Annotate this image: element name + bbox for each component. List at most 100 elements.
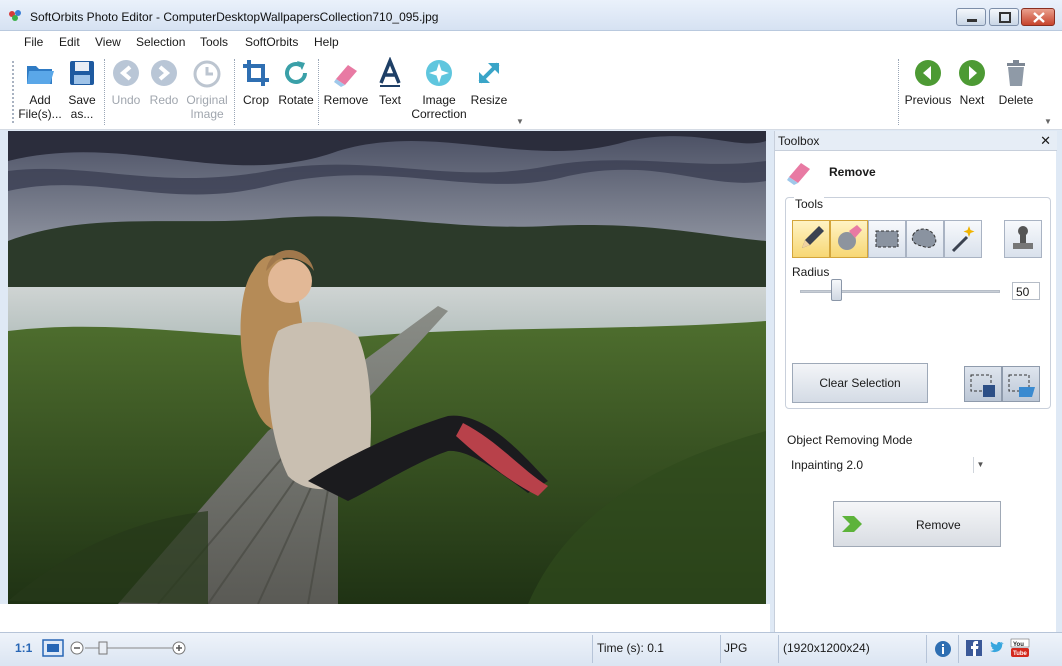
fit-screen-icon[interactable] — [42, 639, 64, 657]
undo-button[interactable]: Undo — [108, 57, 144, 107]
menu-softorbits[interactable]: SoftOrbits — [245, 35, 298, 49]
status-separator — [778, 635, 779, 663]
rect-select-tool-button[interactable] — [868, 220, 906, 258]
original-image-button[interactable]: Original Image — [184, 57, 230, 121]
original-image-label: Original — [186, 93, 228, 107]
svg-text:Tube: Tube — [1013, 651, 1028, 657]
info-icon[interactable] — [934, 640, 952, 658]
title-bar: SoftOrbits Photo Editor - ComputerDeskto… — [0, 0, 1062, 31]
text-icon — [379, 57, 401, 87]
crop-icon — [243, 60, 269, 86]
status-separator — [958, 635, 959, 663]
image-dimensions: (1920x1200x24) — [783, 641, 870, 655]
photo-canvas[interactable] — [8, 131, 766, 604]
mode-select[interactable]: Inpainting 2.0 — [789, 456, 987, 474]
previous-button[interactable]: Previous — [902, 57, 954, 107]
menu-selection[interactable]: Selection — [136, 35, 185, 49]
toolbar-overflow-chevron-icon[interactable]: ▼ — [516, 117, 524, 126]
redo-button[interactable]: Redo — [146, 57, 182, 107]
remove-tool-button[interactable]: Remove — [322, 57, 370, 107]
menu-help[interactable]: Help — [314, 35, 339, 49]
eraser-icon — [334, 65, 357, 87]
save-as-label-2: as... — [70, 107, 94, 121]
remove-label: Remove — [323, 93, 369, 107]
toolbar-separator — [318, 59, 319, 125]
toolbar-separator — [234, 59, 235, 125]
resize-button[interactable]: Resize — [470, 57, 508, 107]
close-icon — [1033, 12, 1045, 23]
delete-label: Delete — [998, 93, 1034, 107]
status-separator — [926, 635, 927, 663]
menu-bar: File Edit View Selection Tools SoftOrbit… — [0, 31, 1062, 53]
add-files-label: Add — [29, 93, 51, 107]
close-button[interactable] — [1021, 8, 1055, 26]
toolbox-close-icon[interactable]: ✕ — [1040, 133, 1051, 149]
magic-wand-icon — [951, 226, 975, 253]
next-arrow-icon — [959, 60, 985, 86]
text-button[interactable]: Text — [372, 57, 408, 107]
remove-button-label: Remove — [916, 518, 961, 532]
toolbar-separator — [898, 59, 899, 125]
processing-time: Time (s): 0.1 — [597, 641, 664, 655]
menu-edit[interactable]: Edit — [59, 35, 80, 49]
eraser-icon — [787, 163, 810, 185]
magic-wand-tool-button[interactable] — [944, 220, 982, 258]
minimize-icon — [967, 19, 977, 22]
undo-label: Undo — [111, 93, 141, 107]
previous-arrow-icon — [915, 60, 941, 86]
image-correction-button[interactable]: Image Correction — [410, 57, 468, 121]
crop-label: Crop — [242, 93, 269, 107]
mode-dropdown-arrow-icon[interactable]: ▼ — [973, 457, 987, 473]
youtube-icon[interactable]: You Tube — [1010, 638, 1030, 658]
clear-selection-label: Clear Selection — [819, 376, 901, 390]
pencil-tool-button[interactable] — [792, 220, 830, 258]
toolbar-grip[interactable] — [12, 61, 14, 123]
tools-group: Tools Radius 50 Clear Selection — [785, 197, 1051, 409]
stamp-icon — [1013, 226, 1033, 249]
main-toolbar: Add File(s)... Save as... Undo Redo Orig… — [0, 53, 1062, 130]
toolbox-header: Toolbox ✕ — [775, 131, 1057, 151]
crop-button[interactable]: Crop — [238, 57, 274, 107]
green-arrow-icon — [842, 516, 862, 532]
stamp-tool-button[interactable] — [1004, 220, 1042, 258]
add-files-button[interactable]: Add File(s)... — [18, 57, 62, 121]
tools-legend: Tools — [794, 197, 825, 211]
radius-slider-track[interactable] — [800, 290, 1000, 293]
maximize-button[interactable] — [989, 8, 1019, 26]
menu-file[interactable]: File — [24, 35, 43, 49]
window-title: SoftOrbits Photo Editor - ComputerDeskto… — [30, 10, 439, 24]
menu-view[interactable]: View — [95, 35, 121, 49]
zoom-1to1-button[interactable]: 1:1 — [15, 641, 32, 655]
radius-value-input[interactable]: 50 — [1012, 282, 1040, 300]
facebook-icon[interactable] — [966, 640, 982, 656]
image-correction-label: Image — [422, 93, 456, 107]
lasso-tool-button[interactable] — [906, 220, 944, 258]
delete-button[interactable]: Delete — [996, 57, 1036, 107]
load-selection-button[interactable] — [1002, 366, 1040, 402]
floppy-disk-icon — [70, 61, 94, 85]
clear-selection-button[interactable]: Clear Selection — [792, 363, 928, 403]
radius-slider-thumb[interactable] — [831, 279, 842, 301]
previous-label: Previous — [904, 93, 952, 107]
save-as-label: Save — [68, 93, 96, 107]
twitter-icon[interactable] — [988, 640, 1004, 656]
lasso-icon — [911, 228, 937, 248]
next-button[interactable]: Next — [956, 57, 988, 107]
section-title: Remove — [829, 165, 876, 179]
menu-tools[interactable]: Tools — [200, 35, 228, 49]
rotate-button[interactable]: Rotate — [276, 57, 316, 107]
svg-text:You: You — [1013, 642, 1024, 648]
save-selection-button[interactable] — [964, 366, 1002, 402]
trash-icon — [1007, 60, 1025, 86]
rotate-icon — [285, 61, 307, 84]
zoom-slider[interactable] — [69, 639, 187, 657]
minimize-button[interactable] — [956, 8, 986, 26]
maximize-icon — [999, 12, 1011, 23]
remove-button[interactable]: Remove — [833, 501, 1001, 547]
toolbar-overflow-chevron-icon[interactable]: ▼ — [1044, 117, 1052, 126]
redo-arrow-icon — [151, 60, 177, 86]
rotate-label: Rotate — [278, 93, 314, 107]
marker-tool-button[interactable] — [830, 220, 868, 258]
add-files-label-2: File(s)... — [18, 107, 62, 121]
save-as-button[interactable]: Save as... — [64, 57, 100, 121]
